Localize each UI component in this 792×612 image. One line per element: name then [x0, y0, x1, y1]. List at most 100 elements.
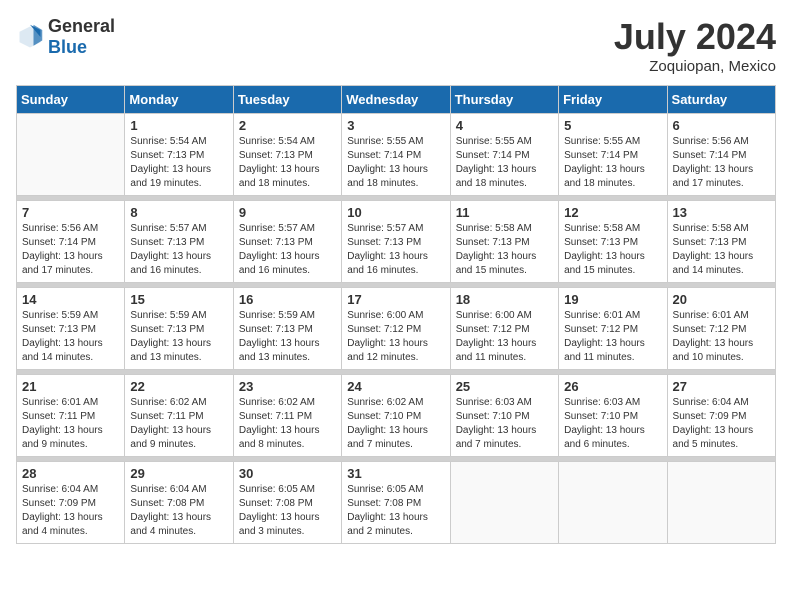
calendar-cell: 11 Sunrise: 5:58 AM Sunset: 7:13 PM Dayli…	[450, 201, 558, 283]
day-info: Sunrise: 5:58 AM Sunset: 7:13 PM Dayligh…	[456, 222, 553, 278]
page-header: General Blue July 2024 Zoquiopan, Mexico	[16, 16, 776, 75]
week-row-3: 14 Sunrise: 5:59 AM Sunset: 7:13 PM Dayli…	[17, 288, 776, 370]
day-number: 12	[564, 205, 661, 220]
day-info: Sunrise: 5:57 AM Sunset: 7:13 PM Dayligh…	[347, 222, 444, 278]
day-info: Sunrise: 6:01 AM Sunset: 7:12 PM Dayligh…	[564, 309, 661, 365]
calendar-cell: 17Sunrise: 6:00 AM Sunset: 7:12 PM Dayli…	[342, 288, 450, 370]
day-number: 5	[564, 118, 661, 133]
calendar-cell: 27Sunrise: 6:04 AM Sunset: 7:09 PM Dayli…	[667, 375, 775, 457]
day-number: 30	[239, 466, 336, 481]
day-info: Sunrise: 6:00 AM Sunset: 7:12 PM Dayligh…	[347, 309, 444, 365]
day-number: 15	[130, 292, 227, 307]
calendar-cell: 6 Sunrise: 5:56 AM Sunset: 7:14 PM Daylig…	[667, 114, 775, 196]
day-number: 28	[22, 466, 119, 481]
day-info: Sunrise: 6:05 AM Sunset: 7:08 PM Dayligh…	[347, 483, 444, 539]
day-info: Sunrise: 6:00 AM Sunset: 7:12 PM Dayligh…	[456, 309, 553, 365]
day-number: 6	[673, 118, 770, 133]
day-number: 10	[347, 205, 444, 220]
day-number: 18	[456, 292, 553, 307]
day-number: 3	[347, 118, 444, 133]
calendar-cell: 23Sunrise: 6:02 AM Sunset: 7:11 PM Dayli…	[233, 375, 341, 457]
calendar-cell: 18 Sunrise: 6:00 AM Sunset: 7:12 PM Dayli…	[450, 288, 558, 370]
calendar-cell: 25 Sunrise: 6:03 AM Sunset: 7:10 PM Dayli…	[450, 375, 558, 457]
calendar-cell: 24 Sunrise: 6:02 AM Sunset: 7:10 PM Dayli…	[342, 375, 450, 457]
logo-blue: Blue	[48, 37, 87, 57]
logo-text: General Blue	[48, 16, 115, 58]
calendar-cell: 31 Sunrise: 6:05 AM Sunset: 7:08 PM Dayli…	[342, 462, 450, 544]
day-info: Sunrise: 6:02 AM Sunset: 7:10 PM Dayligh…	[347, 396, 444, 452]
day-info: Sunrise: 6:02 AM Sunset: 7:11 PM Dayligh…	[130, 396, 227, 452]
day-info: Sunrise: 5:58 AM Sunset: 7:13 PM Dayligh…	[673, 222, 770, 278]
calendar-cell: 2Sunrise: 5:54 AM Sunset: 7:13 PM Daylig…	[233, 114, 341, 196]
day-info: Sunrise: 6:03 AM Sunset: 7:10 PM Dayligh…	[564, 396, 661, 452]
day-number: 29	[130, 466, 227, 481]
weekday-header-friday: Friday	[559, 86, 667, 114]
calendar-cell	[17, 114, 125, 196]
calendar-cell: 9 Sunrise: 5:57 AM Sunset: 7:13 PM Daylig…	[233, 201, 341, 283]
calendar-cell: 26 Sunrise: 6:03 AM Sunset: 7:10 PM Dayli…	[559, 375, 667, 457]
weekday-header-wednesday: Wednesday	[342, 86, 450, 114]
day-info: Sunrise: 6:04 AM Sunset: 7:08 PM Dayligh…	[130, 483, 227, 539]
day-info: Sunrise: 5:55 AM Sunset: 7:14 PM Dayligh…	[456, 135, 553, 191]
logo-icon	[16, 23, 44, 51]
day-info: Sunrise: 5:54 AM Sunset: 7:13 PM Dayligh…	[239, 135, 336, 191]
day-number: 23	[239, 379, 336, 394]
calendar-cell: 8 Sunrise: 5:57 AM Sunset: 7:13 PM Daylig…	[125, 201, 233, 283]
day-info: Sunrise: 5:54 AM Sunset: 7:13 PM Dayligh…	[130, 135, 227, 191]
day-number: 13	[673, 205, 770, 220]
day-number: 8	[130, 205, 227, 220]
weekday-header-saturday: Saturday	[667, 86, 775, 114]
week-row-2: 7 Sunrise: 5:56 AM Sunset: 7:14 PM Daylig…	[17, 201, 776, 283]
calendar-cell: 14 Sunrise: 5:59 AM Sunset: 7:13 PM Dayli…	[17, 288, 125, 370]
calendar-table: SundayMondayTuesdayWednesdayThursdayFrid…	[16, 85, 776, 544]
day-number: 7	[22, 205, 119, 220]
calendar-cell: 19Sunrise: 6:01 AM Sunset: 7:12 PM Dayli…	[559, 288, 667, 370]
calendar-cell: 30 Sunrise: 6:05 AM Sunset: 7:08 PM Dayli…	[233, 462, 341, 544]
day-info: Sunrise: 5:55 AM Sunset: 7:14 PM Dayligh…	[347, 135, 444, 191]
calendar-cell: 20Sunrise: 6:01 AM Sunset: 7:12 PM Dayli…	[667, 288, 775, 370]
calendar-cell	[559, 462, 667, 544]
weekday-header-sunday: Sunday	[17, 86, 125, 114]
day-number: 11	[456, 205, 553, 220]
calendar-cell: 7 Sunrise: 5:56 AM Sunset: 7:14 PM Daylig…	[17, 201, 125, 283]
weekday-header-thursday: Thursday	[450, 86, 558, 114]
day-number: 20	[673, 292, 770, 307]
calendar-cell	[450, 462, 558, 544]
day-number: 4	[456, 118, 553, 133]
day-number: 14	[22, 292, 119, 307]
day-info: Sunrise: 5:59 AM Sunset: 7:13 PM Dayligh…	[130, 309, 227, 365]
day-info: Sunrise: 6:05 AM Sunset: 7:08 PM Dayligh…	[239, 483, 336, 539]
calendar-cell: 15 Sunrise: 5:59 AM Sunset: 7:13 PM Dayli…	[125, 288, 233, 370]
day-number: 31	[347, 466, 444, 481]
day-info: Sunrise: 5:57 AM Sunset: 7:13 PM Dayligh…	[130, 222, 227, 278]
day-info: Sunrise: 5:57 AM Sunset: 7:13 PM Dayligh…	[239, 222, 336, 278]
day-info: Sunrise: 5:59 AM Sunset: 7:13 PM Dayligh…	[239, 309, 336, 365]
calendar-cell: 21Sunrise: 6:01 AM Sunset: 7:11 PM Dayli…	[17, 375, 125, 457]
day-number: 25	[456, 379, 553, 394]
day-info: Sunrise: 6:01 AM Sunset: 7:11 PM Dayligh…	[22, 396, 119, 452]
calendar-cell: 13 Sunrise: 5:58 AM Sunset: 7:13 PM Dayli…	[667, 201, 775, 283]
week-row-1: 1Sunrise: 5:54 AM Sunset: 7:13 PM Daylig…	[17, 114, 776, 196]
day-number: 26	[564, 379, 661, 394]
day-info: Sunrise: 5:59 AM Sunset: 7:13 PM Dayligh…	[22, 309, 119, 365]
calendar-cell: 3 Sunrise: 5:55 AM Sunset: 7:14 PM Daylig…	[342, 114, 450, 196]
day-number: 24	[347, 379, 444, 394]
day-number: 22	[130, 379, 227, 394]
title-block: July 2024 Zoquiopan, Mexico	[614, 16, 776, 75]
weekday-header-row: SundayMondayTuesdayWednesdayThursdayFrid…	[17, 86, 776, 114]
calendar-cell: 4 Sunrise: 5:55 AM Sunset: 7:14 PM Daylig…	[450, 114, 558, 196]
logo-general: General	[48, 16, 115, 36]
week-row-5: 28 Sunrise: 6:04 AM Sunset: 7:09 PM Dayli…	[17, 462, 776, 544]
day-number: 9	[239, 205, 336, 220]
day-info: Sunrise: 5:56 AM Sunset: 7:14 PM Dayligh…	[673, 135, 770, 191]
day-number: 16	[239, 292, 336, 307]
weekday-header-tuesday: Tuesday	[233, 86, 341, 114]
day-info: Sunrise: 6:03 AM Sunset: 7:10 PM Dayligh…	[456, 396, 553, 452]
day-info: Sunrise: 5:56 AM Sunset: 7:14 PM Dayligh…	[22, 222, 119, 278]
day-info: Sunrise: 6:04 AM Sunset: 7:09 PM Dayligh…	[673, 396, 770, 452]
day-info: Sunrise: 5:55 AM Sunset: 7:14 PM Dayligh…	[564, 135, 661, 191]
logo: General Blue	[16, 16, 115, 58]
weekday-header-monday: Monday	[125, 86, 233, 114]
day-info: Sunrise: 6:04 AM Sunset: 7:09 PM Dayligh…	[22, 483, 119, 539]
week-row-4: 21Sunrise: 6:01 AM Sunset: 7:11 PM Dayli…	[17, 375, 776, 457]
